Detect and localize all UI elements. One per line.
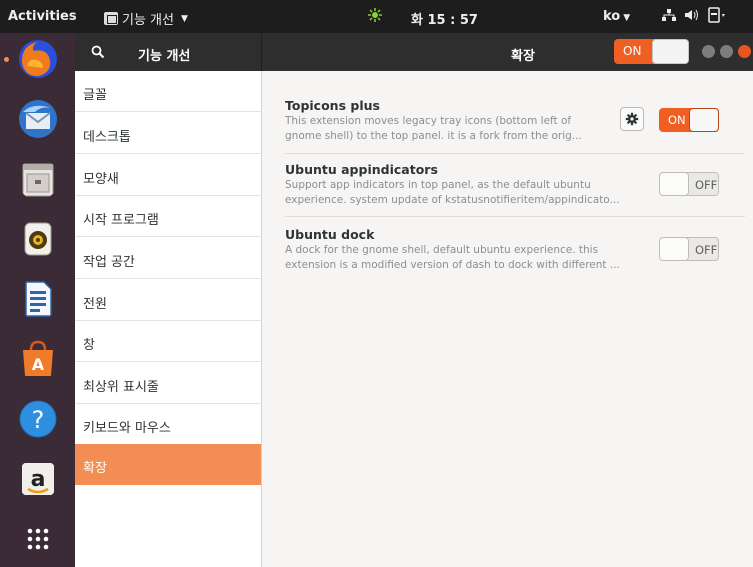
software-icon[interactable]: A [17, 338, 59, 380]
toggle-knob [660, 238, 689, 260]
power-icon [708, 7, 725, 23]
firefox-icon[interactable] [17, 38, 59, 80]
sidebar-item-top-bar[interactable]: 최상위 표시줄 [75, 363, 261, 404]
chevron-down-icon: ▼ [623, 13, 631, 23]
files-icon[interactable] [17, 158, 59, 200]
switch-knob [652, 39, 689, 64]
sidebar-item-appearance[interactable]: 모양새 [75, 155, 261, 196]
indicator-icon[interactable] [367, 7, 383, 23]
toggle-label: OFF [695, 178, 718, 192]
gear-icon [625, 112, 639, 126]
activities-button[interactable]: Activities [8, 9, 77, 24]
svg-text:a: a [31, 467, 46, 492]
sidebar-item-startup[interactable]: 시작 프로그램 [75, 196, 261, 237]
sidebar-item-extensions[interactable]: 확장 [75, 444, 261, 485]
minimize-button[interactable] [702, 45, 715, 58]
sidebar-item-desktop[interactable]: 데스크톱 [75, 113, 261, 154]
sidebar-item-windows[interactable]: 창 [75, 321, 261, 362]
rhythmbox-icon[interactable] [17, 218, 59, 260]
page-title: 확장 [511, 49, 535, 64]
dock: A ? a [0, 33, 75, 567]
settings-sidebar: 글꼴 데스크톱 모양새 시작 프로그램 작업 공간 전원 창 최상위 표시줄 키… [75, 71, 262, 567]
app-menu-icon [104, 12, 118, 25]
svg-text:A: A [32, 355, 45, 374]
extension-description-line: A dock for the gnome shell, default ubun… [285, 244, 599, 256]
writer-icon[interactable] [17, 278, 59, 320]
switch-label: ON [623, 44, 642, 58]
extension-toggle[interactable]: OFF [659, 237, 719, 261]
top-bar: Activities 기능 개선 ▼ 화 15 : 57 ko ▼ [0, 0, 753, 33]
close-button[interactable] [738, 45, 751, 58]
toggle-knob [689, 108, 719, 132]
network-icon [662, 9, 676, 21]
system-menu[interactable] [662, 7, 726, 23]
extension-description-line: This extension moves legacy tray icons (… [285, 115, 572, 127]
toggle-knob [660, 173, 689, 195]
extensions-master-switch[interactable]: ON [614, 39, 689, 64]
sidebar-item-power[interactable]: 전원 [75, 280, 261, 321]
volume-icon [685, 9, 698, 21]
maximize-button[interactable] [720, 45, 733, 58]
search-button[interactable] [85, 39, 111, 65]
show-apps-icon[interactable] [17, 518, 59, 560]
row-separator [285, 216, 745, 217]
extensions-list: Topicons plus This extension moves legac… [263, 71, 753, 567]
svg-text:?: ? [32, 406, 45, 434]
row-separator [285, 153, 745, 154]
extension-settings-button[interactable] [620, 107, 644, 131]
extension-description-line: Support app indicators in top panel, as … [285, 179, 591, 191]
header-divider [261, 33, 262, 71]
amazon-icon[interactable]: a [17, 458, 59, 500]
sidebar-title: 기능 개선 [138, 49, 191, 64]
chevron-down-icon: ▼ [180, 13, 188, 24]
extension-description-line: gnome shell) to the top panel. it is a f… [285, 130, 582, 142]
sidebar-item-workspaces[interactable]: 작업 공간 [75, 238, 261, 279]
thunderbird-icon[interactable] [17, 98, 59, 140]
extension-description-line: experience. system update of kstatusnoti… [285, 194, 620, 206]
window-header: 기능 개선 확장 ON [75, 33, 753, 71]
clock[interactable]: 화 15 : 57 [411, 9, 478, 28]
app-menu[interactable]: 기능 개선 ▼ [104, 9, 188, 28]
toggle-label: OFF [695, 243, 718, 257]
help-icon[interactable]: ? [17, 398, 59, 440]
app-menu-label: 기능 개선 [122, 13, 174, 28]
search-icon [91, 45, 105, 59]
input-language-menu[interactable]: ko ▼ [603, 9, 630, 24]
sidebar-item-keyboard-mouse[interactable]: 키보드와 마우스 [75, 404, 261, 445]
extension-toggle[interactable]: OFF [659, 172, 719, 196]
toggle-label: ON [668, 113, 686, 127]
extension-description-line: extension is a modified version of dash … [285, 259, 620, 271]
language-label: ko [603, 9, 621, 24]
extension-toggle[interactable]: ON [659, 108, 719, 132]
running-indicator [4, 57, 9, 62]
sidebar-item-fonts[interactable]: 글꼴 [75, 71, 261, 112]
